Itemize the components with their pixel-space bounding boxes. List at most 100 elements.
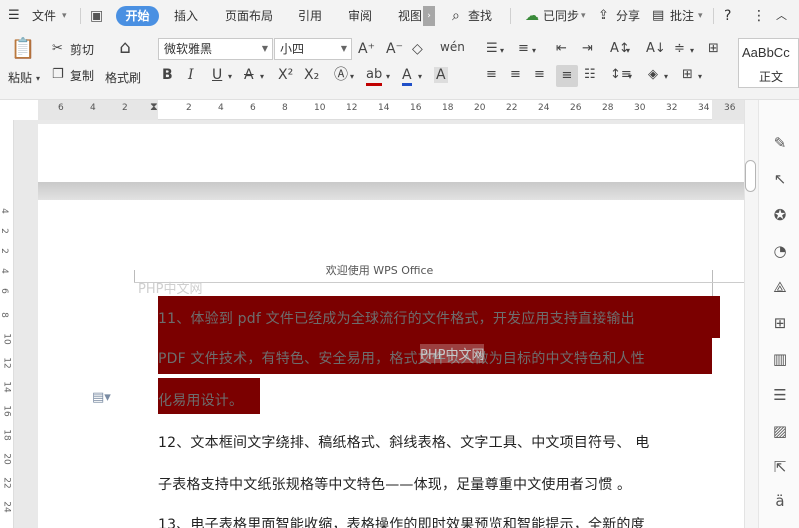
decrease-indent-icon[interactable]: ⇤	[556, 41, 567, 57]
help-icon[interactable]: ?	[724, 0, 731, 32]
align-left-icon[interactable]: ≡	[486, 67, 497, 83]
tab-insert[interactable]: 插入	[174, 0, 198, 32]
selected-text-line[interactable]: 11、体验到 pdf 文件已经成为全球流行的文件格式，开发应用支持直接输出	[158, 308, 635, 328]
page-previous[interactable]	[38, 124, 744, 182]
align-center-icon[interactable]: ≡	[510, 67, 521, 83]
text-direction-chevron-icon[interactable]: ▾	[626, 43, 630, 59]
underline-icon[interactable]: U	[212, 67, 222, 83]
numbering-chevron-icon[interactable]: ▾	[532, 43, 536, 59]
grow-font-icon[interactable]: A⁺	[358, 41, 375, 57]
comment-chevron-icon[interactable]: ▾	[698, 0, 703, 32]
cut-icon[interactable]: ✂	[52, 41, 63, 57]
more-options-icon[interactable]: ⋮	[752, 0, 766, 32]
body-text-line[interactable]: 12、文本框间文字绕排、稿纸格式、斜线表格、文字工具、中文项目符号、 电	[158, 432, 649, 452]
strikethrough-chevron-icon[interactable]: ▾	[260, 69, 264, 85]
layers-icon[interactable]: ⟁	[771, 278, 789, 296]
first-line-indent-icon[interactable]: ⧗	[150, 100, 158, 114]
shading-icon[interactable]: ◈	[648, 67, 658, 83]
document-canvas[interactable]: 欢迎使用 WPS Office 11、体验到 pdf 文件已经成为全球流行的文件…	[14, 120, 750, 528]
justify-icon[interactable]: ≡	[556, 65, 578, 87]
image-icon[interactable]: ▨	[771, 422, 789, 440]
bold-icon[interactable]: B	[162, 67, 173, 83]
badge-icon[interactable]: ✪	[771, 206, 789, 224]
chart-icon[interactable]: ▥	[771, 350, 789, 368]
selected-text-line[interactable]: 化易用设计。	[158, 390, 243, 410]
sliders-icon[interactable]: ☰	[771, 386, 789, 404]
distributed-icon[interactable]: ☷	[584, 67, 596, 83]
cut-button[interactable]: 剪切	[70, 41, 94, 58]
tab-home[interactable]: 开始	[116, 6, 159, 26]
phonetic-guide-icon[interactable]: wén	[440, 39, 465, 55]
pen-icon[interactable]: ✎	[771, 134, 789, 152]
chinese-layout-chevron-icon[interactable]: ▾	[690, 43, 694, 59]
highlight-icon[interactable]: ab	[366, 67, 383, 86]
character-shading-icon[interactable]: A	[434, 67, 448, 83]
shrink-font-icon[interactable]: A⁻	[386, 41, 403, 57]
copy-icon[interactable]: ❐	[52, 67, 64, 83]
share-button[interactable]: 分享	[616, 0, 640, 32]
increase-indent-icon[interactable]: ⇥	[582, 41, 593, 57]
format-painter-button[interactable]: 格式刷	[105, 69, 141, 86]
numbering-icon[interactable]: ≡	[518, 41, 529, 57]
tab-scroll-right-icon[interactable]: ›	[423, 6, 435, 26]
italic-icon[interactable]: I	[188, 67, 194, 83]
file-menu-chevron-icon[interactable]: ▾	[62, 0, 67, 32]
paste-icon[interactable]: 📋	[10, 38, 36, 64]
body-text-line[interactable]: 子表格支持中文纸张规格等中文特色——体现，足量尊重中文使用者习惯 。	[158, 474, 631, 494]
tab-page-layout[interactable]: 页面布局	[225, 0, 273, 32]
vertical-ruler[interactable]: 4 2 2 4 6 8 10 12 14 16 18 20 22 24	[0, 120, 14, 528]
borders-chevron-icon[interactable]: ▾	[698, 69, 702, 85]
search-icon[interactable]: ⌕	[452, 0, 460, 32]
highlight-chevron-icon[interactable]: ▾	[386, 69, 390, 85]
cursor-select-icon[interactable]: ↖	[771, 170, 789, 188]
export-icon[interactable]: ⇱	[771, 458, 789, 476]
line-spacing-chevron-icon[interactable]: ▾	[628, 69, 632, 85]
sync-chevron-icon[interactable]: ▾	[581, 0, 586, 32]
font-color-icon[interactable]: A	[402, 67, 412, 86]
format-painter-icon[interactable]: ⌂	[112, 39, 138, 57]
sort-icon[interactable]: A↓	[646, 41, 666, 57]
copy-button[interactable]: 复制	[70, 67, 94, 84]
underline-chevron-icon[interactable]: ▾	[228, 69, 232, 85]
hamburger-icon[interactable]: ☰	[8, 0, 20, 32]
paragraph-layout-icon[interactable]: ▤▾	[92, 390, 111, 405]
horizontal-ruler[interactable]: 6 4 2 ⧗ 2 4 6 8 10 12 14 16 18 20 22 24 …	[38, 100, 744, 120]
save-icon[interactable]: ▣	[90, 0, 103, 32]
strikethrough-icon[interactable]: A	[244, 67, 254, 83]
share-icon[interactable]: ⇪	[598, 0, 609, 32]
grid-icon[interactable]: ⊞	[771, 314, 789, 332]
text-effect-icon[interactable]: Ⓐ	[334, 67, 348, 83]
collapse-ribbon-icon[interactable]: ︿	[776, 0, 787, 32]
comment-icon[interactable]: ▤	[652, 0, 664, 32]
bullets-icon[interactable]: ☰	[486, 41, 498, 57]
search-button[interactable]: 查找	[468, 0, 492, 32]
borders-icon[interactable]: ⊞	[682, 67, 693, 83]
comment-button[interactable]: 批注	[670, 0, 694, 32]
tab-review[interactable]: 审阅	[348, 0, 372, 32]
chinese-layout-icon[interactable]: ≑	[674, 41, 685, 57]
translate-icon[interactable]: ä	[771, 492, 789, 510]
sync-status[interactable]: 已同步	[543, 0, 579, 32]
superscript-icon[interactable]: X²	[278, 67, 293, 83]
font-color-chevron-icon[interactable]: ▾	[418, 69, 422, 85]
shapes-icon[interactable]: ◔	[771, 242, 789, 260]
scrollbar-thumb[interactable]	[745, 160, 756, 192]
align-right-icon[interactable]: ≡	[534, 67, 545, 83]
font-size-select[interactable]: 小四 ▼	[274, 38, 352, 60]
paste-button[interactable]: 粘贴	[8, 69, 32, 86]
shading-chevron-icon[interactable]: ▾	[664, 69, 668, 85]
file-menu[interactable]: 文件	[32, 0, 56, 32]
page-header-text[interactable]: 欢迎使用 WPS Office	[14, 262, 745, 278]
tab-view[interactable]: 视图	[398, 0, 422, 32]
style-normal[interactable]: AaBbCc 正文	[738, 38, 799, 88]
selected-text-line[interactable]: PDF 文件技术，有特色、安全易用，格式文件以人做为目标的中文特色和人性	[158, 348, 645, 368]
font-name-select[interactable]: 微软雅黑 ▼	[158, 38, 273, 60]
show-hide-marks-icon[interactable]: ⊞	[708, 41, 719, 57]
text-effect-chevron-icon[interactable]: ▾	[350, 69, 354, 85]
tab-references[interactable]: 引用	[298, 0, 322, 32]
bullets-chevron-icon[interactable]: ▾	[500, 43, 504, 59]
body-text-line[interactable]: 13、电子表格里面智能收缩，表格操作的即时效果预览和智能提示，全新的度	[158, 514, 645, 528]
clear-format-icon[interactable]: ◇	[412, 41, 423, 57]
paste-chevron-icon[interactable]: ▾	[36, 71, 40, 87]
subscript-icon[interactable]: X₂	[304, 67, 319, 83]
